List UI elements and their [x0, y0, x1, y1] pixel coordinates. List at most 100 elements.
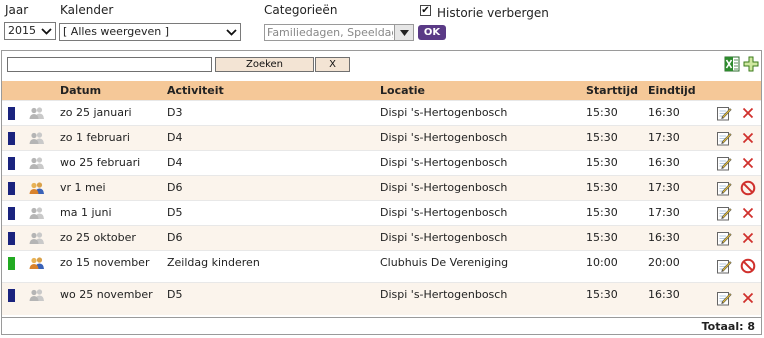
cell-activiteit: D6 [167, 181, 183, 194]
kalender-value: [ Alles weergeven ] [63, 25, 170, 38]
users-icon[interactable] [29, 257, 45, 269]
cell-eindtijd: 17:30 [648, 131, 680, 144]
cell-locatie: Clubhuis De Vereniging [380, 256, 509, 269]
categorieen-multiselect[interactable]: Familiedagen, Speeldag [264, 24, 414, 41]
cell-datum: vr 1 mei [60, 181, 106, 194]
chevron-down-icon [223, 24, 240, 40]
header-starttijd[interactable]: Starttijd [586, 84, 638, 97]
cell-activiteit: Zeildag kinderen [167, 256, 260, 269]
calendar-color-bar [8, 257, 15, 270]
cell-starttijd: 15:30 [586, 181, 618, 194]
historie-label: Historie verbergen [437, 6, 549, 20]
edit-icon[interactable] [716, 130, 732, 146]
header-locatie[interactable]: Locatie [380, 84, 425, 97]
cell-activiteit: D4 [167, 156, 183, 169]
delete-icon[interactable] [740, 205, 756, 221]
clear-search-button[interactable]: X [315, 57, 350, 72]
ok-button[interactable]: OK [418, 25, 446, 40]
table-row[interactable]: wo 25 februari D4 Dispi 's-Hertogenbosch 15… [2, 150, 761, 176]
table-row[interactable]: ma 1 juni D5 Dispi 's-Hertogenbosch 15:30 17… [2, 200, 761, 226]
delete-icon[interactable] [740, 105, 756, 121]
calendar-color-bar [8, 207, 15, 220]
historie-checkbox[interactable]: ✔ [420, 5, 431, 16]
edit-icon[interactable] [716, 105, 732, 121]
header-eindtijd[interactable]: Eindtijd [648, 84, 696, 97]
table-footer: Totaal: 8 [2, 317, 761, 335]
categorieen-value: Familiedagen, Speeldag [267, 26, 393, 39]
categorieen-label: Categorieën [264, 3, 338, 17]
cell-starttijd: 10:00 [586, 256, 618, 269]
delete-icon[interactable] [740, 230, 756, 246]
jaar-select[interactable]: 2015 [4, 22, 56, 40]
search-bar: Zoeken X [2, 51, 761, 81]
users-icon[interactable] [29, 182, 45, 194]
kalender-select[interactable]: [ Alles weergeven ] [59, 23, 241, 41]
cell-datum: zo 25 januari [60, 106, 132, 119]
users-icon [29, 207, 45, 219]
cell-datum: wo 25 februari [60, 156, 141, 169]
cell-locatie: Dispi 's-Hertogenbosch [380, 206, 508, 219]
cell-datum: wo 25 november [60, 288, 153, 301]
header-activiteit[interactable]: Activiteit [167, 84, 224, 97]
header-datum[interactable]: Datum [60, 84, 101, 97]
cell-locatie: Dispi 's-Hertogenbosch [380, 106, 508, 119]
cell-starttijd: 15:30 [586, 288, 618, 301]
cell-locatie: Dispi 's-Hertogenbosch [380, 181, 508, 194]
agenda-panel: Zoeken X Datum Activiteit Locatie Startt… [1, 50, 762, 335]
excel-export-icon[interactable] [724, 56, 740, 75]
cell-datum: zo 25 oktober [60, 231, 136, 244]
cell-eindtijd: 16:30 [648, 156, 680, 169]
users-icon [29, 132, 45, 144]
chevron-down-icon [38, 23, 55, 39]
cell-eindtijd: 16:30 [648, 288, 680, 301]
users-icon [29, 232, 45, 244]
users-icon [29, 157, 45, 169]
search-input[interactable] [7, 57, 212, 72]
calendar-color-bar [8, 107, 15, 120]
table-header: Datum Activiteit Locatie Starttijd Eindt… [2, 81, 761, 100]
delete-icon[interactable] [740, 155, 756, 171]
cell-locatie: Dispi 's-Hertogenbosch [380, 231, 508, 244]
table-row[interactable]: zo 1 februari D4 Dispi 's-Hertogenbosch 15:… [2, 125, 761, 151]
edit-icon[interactable] [716, 290, 732, 306]
edit-icon[interactable] [716, 230, 732, 246]
cell-datum: zo 15 november [60, 256, 150, 269]
cell-starttijd: 15:30 [586, 131, 618, 144]
edit-icon[interactable] [716, 155, 732, 171]
cell-activiteit: D5 [167, 288, 183, 301]
edit-icon[interactable] [716, 205, 732, 221]
cell-activiteit: D5 [167, 206, 183, 219]
cell-eindtijd: 16:30 [648, 231, 680, 244]
cell-starttijd: 15:30 [586, 206, 618, 219]
jaar-value: 2015 [8, 24, 36, 37]
blocked-icon [740, 258, 756, 274]
cell-datum: zo 1 februari [60, 131, 130, 144]
kalender-label: Kalender [60, 3, 114, 17]
cell-starttijd: 15:30 [586, 156, 618, 169]
edit-icon[interactable] [716, 180, 732, 196]
delete-icon[interactable] [740, 290, 756, 306]
calendar-color-bar [8, 232, 15, 245]
add-icon[interactable] [743, 56, 759, 75]
table-row[interactable]: zo 15 november Zeildag kinderen Clubhuis D… [2, 250, 761, 283]
cell-activiteit: D4 [167, 131, 183, 144]
table-row[interactable]: wo 25 november D5 Dispi 's-Hertogenbosch 15… [2, 282, 761, 315]
users-icon [29, 107, 45, 119]
cell-locatie: Dispi 's-Hertogenbosch [380, 288, 508, 301]
calendar-color-bar [8, 132, 15, 145]
calendar-color-bar [8, 289, 15, 302]
table-row[interactable]: zo 25 oktober D6 Dispi 's-Hertogenbosch 15:… [2, 225, 761, 251]
delete-icon[interactable] [740, 130, 756, 146]
cell-activiteit: D6 [167, 231, 183, 244]
table-row[interactable]: vr 1 mei D6 Dispi 's-Hertogenbosch 15:30 17:… [2, 175, 761, 201]
totaal-count: Totaal: 8 [701, 320, 755, 333]
table-row[interactable]: zo 25 januari D3 Dispi 's-Hertogenbosch 15:… [2, 100, 761, 126]
cell-starttijd: 15:30 [586, 106, 618, 119]
blocked-icon [740, 180, 756, 196]
cell-eindtijd: 16:30 [648, 106, 680, 119]
zoeken-button[interactable]: Zoeken [215, 57, 314, 72]
cell-activiteit: D3 [167, 106, 183, 119]
users-icon [29, 289, 45, 301]
triangle-down-icon[interactable] [394, 25, 413, 40]
edit-icon[interactable] [716, 258, 732, 274]
